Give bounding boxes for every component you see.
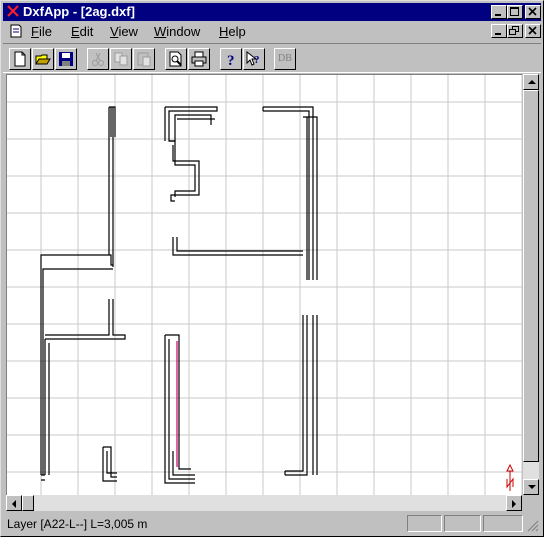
context-help-button[interactable]: ?: [243, 48, 265, 70]
arrow-up-icon: [528, 80, 536, 84]
horizontal-scrollbar[interactable]: [6, 495, 522, 511]
paste-icon: [137, 52, 151, 67]
scroll-left-button[interactable]: [6, 495, 22, 511]
cut-icon: [92, 52, 104, 66]
title-bar[interactable]: DxfApp - [2ag.dxf]: [3, 3, 541, 21]
print-button[interactable]: [188, 48, 210, 70]
menu-view[interactable]: View: [110, 24, 138, 39]
resize-grip-icon[interactable]: [527, 520, 539, 532]
app-logo-icon: [7, 5, 19, 17]
copy-icon: [114, 52, 128, 66]
save-button[interactable]: [55, 48, 77, 70]
cad-drawing[interactable]: [7, 75, 522, 495]
save-icon: [59, 52, 73, 66]
menu-window[interactable]: Window: [154, 24, 200, 39]
minimize-icon: [495, 33, 501, 35]
arrow-right-icon: [512, 500, 516, 508]
context-help-icon: ?: [246, 51, 260, 66]
menu-file[interactable]: File: [31, 24, 52, 39]
grid-lines: [7, 75, 522, 495]
print-preview-button[interactable]: [165, 48, 187, 70]
maximize-icon: [510, 7, 519, 16]
vertical-scroll-thumb[interactable]: [523, 90, 539, 462]
scroll-right-button[interactable]: [506, 495, 522, 511]
close-icon: [528, 7, 537, 16]
maximize-button[interactable]: [507, 5, 523, 19]
doc-restore-button[interactable]: [507, 24, 523, 38]
open-button[interactable]: [32, 48, 54, 70]
drawing-canvas[interactable]: [6, 74, 522, 495]
window-title: DxfApp - [2ag.dxf]: [23, 4, 135, 19]
scroll-up-button[interactable]: [523, 74, 539, 90]
toolbar: ? ? DB: [3, 43, 541, 73]
db-button[interactable]: DB: [274, 48, 296, 70]
scroll-down-button[interactable]: [523, 479, 539, 495]
floor-plan-walls: [40, 106, 318, 484]
status-bar: Layer [A22-L--] L=3,005 m: [3, 514, 541, 534]
scroll-corner: [523, 495, 539, 511]
app-window: DxfApp - [2ag.dxf] File Edit View Window…: [0, 0, 544, 537]
status-pane-3: [483, 515, 523, 532]
copy-button[interactable]: [110, 48, 132, 70]
restore-icon: [509, 26, 519, 35]
print-icon: [191, 51, 207, 67]
horizontal-scroll-thumb[interactable]: [22, 495, 34, 511]
status-pane-1: [407, 515, 442, 532]
north-arrow-icon: [506, 463, 514, 491]
arrow-down-icon: [528, 485, 536, 489]
help-icon: ?: [227, 53, 235, 67]
new-button[interactable]: [9, 48, 31, 70]
open-icon: [35, 54, 51, 65]
status-text: Layer [A22-L--] L=3,005 m: [7, 517, 148, 531]
menu-help[interactable]: Help: [219, 24, 246, 39]
document-icon[interactable]: [9, 24, 23, 38]
cut-button[interactable]: [87, 48, 109, 70]
minimize-icon: [495, 14, 501, 16]
minimize-button[interactable]: [491, 5, 507, 19]
arrow-left-icon: [12, 500, 16, 508]
close-button[interactable]: [525, 5, 541, 19]
print-preview-icon: [169, 51, 182, 67]
close-icon: [528, 26, 537, 35]
doc-minimize-button[interactable]: [491, 24, 507, 38]
doc-close-button[interactable]: [525, 24, 541, 38]
svg-text:?: ?: [227, 53, 235, 67]
new-icon: [14, 51, 26, 67]
help-button[interactable]: ?: [220, 48, 242, 70]
paste-button[interactable]: [133, 48, 155, 70]
vertical-scrollbar[interactable]: [523, 74, 539, 495]
svg-text:?: ?: [254, 54, 260, 66]
status-pane-2: [444, 515, 481, 532]
menu-edit[interactable]: Edit: [71, 24, 93, 39]
menu-bar: File Edit View Window Help: [3, 22, 541, 41]
